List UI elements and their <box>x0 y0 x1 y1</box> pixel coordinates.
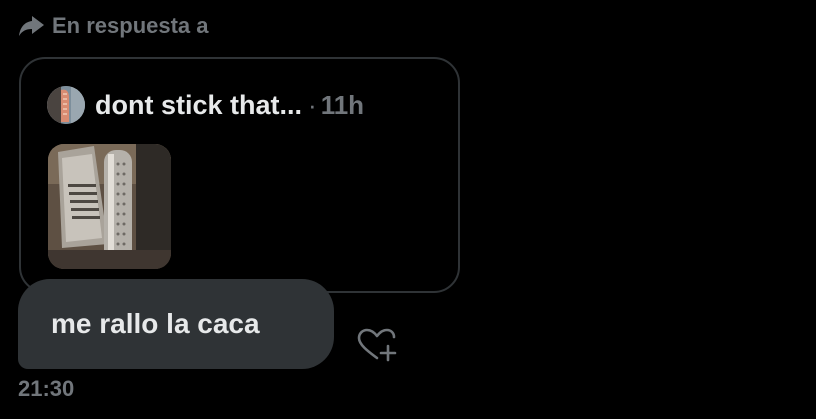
quoted-post-time: 11h <box>320 89 365 120</box>
reply-arrow-icon <box>18 14 46 38</box>
quoted-post-header: dont stick that... · 11h <box>47 85 364 125</box>
message-text: me rallo la caca <box>51 308 260 339</box>
heart-plus-icon <box>357 328 397 362</box>
message-bubble[interactable]: me rallo la caca <box>18 279 334 369</box>
message-timestamp: 21:30 <box>18 376 75 401</box>
quoted-post-card[interactable]: dont stick that... · 11h <box>19 57 460 293</box>
quoted-author-name[interactable]: dont stick that... <box>95 90 302 121</box>
avatar[interactable] <box>47 86 85 124</box>
meta-separator: · <box>308 89 317 120</box>
reply-context-label: En respuesta a <box>52 13 209 38</box>
reply-context[interactable]: En respuesta a <box>18 10 209 42</box>
quoted-media-thumbnail[interactable] <box>48 144 171 269</box>
add-reaction-button[interactable] <box>355 328 399 364</box>
